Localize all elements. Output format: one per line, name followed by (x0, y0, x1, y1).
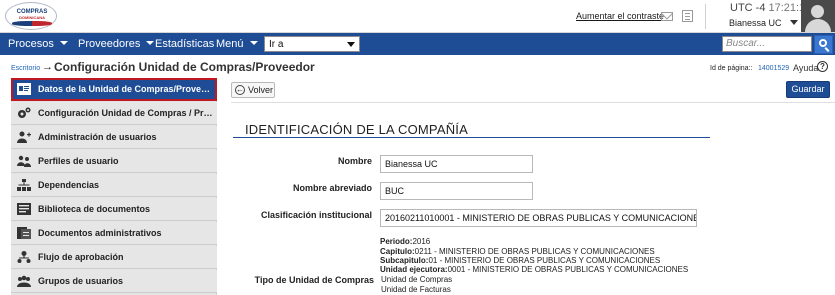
chapter-label: Capitulo: (380, 247, 415, 256)
goto-select-value: Ir a (269, 39, 284, 50)
sidebar-item-label: Documentos administrativos (38, 228, 162, 238)
sidebar-item-label: Administración de usuarios (38, 132, 157, 142)
short-name-input[interactable]: BUC (380, 182, 533, 200)
nav-proveedores-label: Proveedores (78, 38, 141, 50)
user-group-icon (17, 275, 31, 287)
sidebar-item-biblioteca[interactable]: Biblioteca de documentos (11, 198, 217, 221)
compras-dominicana-logo[interactable]: COMPRAS DOMINICANA (5, 2, 57, 30)
sidebar-item-label: Perfiles de usuario (38, 156, 119, 166)
library-icon (17, 203, 31, 215)
search-button[interactable] (814, 35, 833, 54)
sidebar: Datos de la Unidad de Compras/Proveedor … (11, 78, 217, 295)
help-icon[interactable]: ? (817, 61, 828, 72)
unit-type-label: Tipo de Unidad de Compras (254, 275, 374, 285)
classification-input[interactable]: 20160211010001 - MINISTERIO DE OBRAS PUB… (380, 209, 697, 227)
arrow-left-icon: ← (235, 85, 245, 95)
back-button-label: Volver (248, 85, 274, 95)
sidebar-item-label: Grupos de usuarios (38, 276, 124, 286)
sidebar-item-flujo-aprobacion[interactable]: Flujo de aprobación (11, 246, 217, 269)
sidebar-item-grupos-usuarios[interactable]: Grupos de usuarios (11, 270, 217, 293)
sidebar-item-perfiles[interactable]: Perfiles de usuario (11, 150, 217, 173)
top-bar: COMPRAS DOMINICANA Aumentar el contraste… (0, 0, 835, 33)
avatar[interactable] (801, 0, 835, 32)
users-icon (17, 155, 31, 167)
search-icon (819, 39, 827, 47)
logo-swoosh (12, 21, 52, 26)
clock: UTC -4 17:21:15 (730, 2, 811, 14)
sidebar-item-label: Biblioteca de documentos (38, 204, 151, 214)
chevron-down-icon (347, 42, 355, 47)
nav-menu-label: Menú (216, 38, 244, 50)
avatar-head (811, 5, 824, 18)
user-menu-chevron-down-icon[interactable] (790, 20, 798, 25)
short-name-label: Nombre abreviado (292, 183, 372, 193)
period-line: Periodo:2016 (380, 237, 430, 246)
sidebar-item-administracion-usuarios[interactable]: Administración de usuarios (11, 126, 217, 149)
increase-contrast-link[interactable]: Aumentar el contraste (576, 11, 664, 21)
back-button[interactable]: ← Volver (231, 82, 275, 98)
subchapter-line: Subcapitulo:01 - MINISTERIO DE OBRAS PUB… (380, 256, 660, 265)
goto-select[interactable]: Ir a (264, 36, 360, 52)
classification-label: Clasificación institucional (260, 210, 372, 220)
page-title: Configuración Unidad de Compras/Proveedo… (54, 60, 315, 74)
chapter-line: Capitulo:0211 - MINISTERIO DE OBRAS PUBL… (380, 247, 655, 256)
header-divider (705, 4, 706, 29)
logo-text-line2: DOMINICANA (19, 15, 45, 20)
period-label: Periodo: (380, 237, 413, 246)
sidebar-item-datos-unidad[interactable]: Datos de la Unidad de Compras/Proveedor (11, 78, 217, 101)
period-value: 2016 (412, 237, 431, 246)
nav-procesos-label: Procesos (8, 38, 54, 50)
search-input[interactable]: Buscar... (722, 36, 812, 52)
section-title: IDENTIFICACIÓN DE LA COMPAÑÍA (245, 122, 468, 137)
nav-estadisticas[interactable]: Estadísticas (155, 38, 214, 50)
mail-icon[interactable] (661, 12, 673, 21)
sidebar-item-documentos-administrativos[interactable]: Documentos administrativos (11, 222, 217, 245)
sidebar-item-label: Dependencias (38, 180, 100, 190)
document-icon[interactable] (682, 10, 693, 22)
sidebar-item-dependencias[interactable]: Dependencias (11, 174, 217, 197)
subchapter-value: 01 - MINISTERIO DE OBRAS PUBLICAS Y COMU… (428, 256, 661, 265)
executing-unit-value: 0001 - MINISTERIO DE OBRAS PUBLICAS Y CO… (447, 265, 689, 274)
documents-icon (17, 227, 31, 239)
workflow-icon (17, 251, 31, 263)
org-chart-icon (17, 179, 31, 191)
sidebar-item-label: Configuración Unidad de Compras / Provee… (38, 108, 214, 118)
search-icon-handle (824, 47, 830, 52)
chevron-down-icon (146, 41, 155, 45)
breadcrumb-escritorio[interactable]: Escritorio (11, 65, 40, 72)
name-input[interactable]: Bianessa UC (380, 155, 533, 173)
gears-icon (18, 107, 31, 118)
chevron-down-icon (59, 41, 68, 45)
user-name[interactable]: Bianessa UC (729, 18, 782, 28)
unit-type-option: Unidad de Facturas (381, 285, 451, 294)
avatar-body (805, 19, 831, 32)
nav-proveedores[interactable]: Proveedores (78, 38, 155, 50)
chevron-down-icon (249, 41, 258, 45)
page-id-label: Id de página:: (710, 65, 753, 72)
sidebar-item-label: Datos de la Unidad de Compras/Proveedor (38, 84, 214, 94)
sidebar-item-configuracion[interactable]: Configuración Unidad de Compras / Provee… (11, 102, 217, 125)
sidebar-item-label: Flujo de aprobación (38, 252, 124, 262)
nav-procesos[interactable]: Procesos (8, 38, 68, 50)
page-id-link[interactable]: 14001529 (758, 65, 789, 72)
id-card-icon (17, 83, 31, 95)
breadcrumb-arrow-icon: → (42, 61, 53, 73)
save-button[interactable]: Guardar (786, 81, 830, 98)
help-link[interactable]: Ayuda (793, 63, 818, 73)
executing-unit-label: Unidad ejecutora: (380, 265, 448, 274)
main-navigation: Procesos Proveedores Estadísticas Menú (0, 33, 835, 55)
nav-menu[interactable]: Menú (216, 38, 258, 50)
name-label: Nombre (337, 156, 372, 166)
section-divider (233, 137, 710, 138)
timezone: UTC -4 (730, 2, 766, 14)
unit-type-option: Unidad de Compras (381, 275, 453, 284)
user-add-icon (17, 131, 31, 143)
subchapter-label: Subcapitulo: (380, 256, 429, 265)
executing-unit-line: Unidad ejecutora:0001 - MINISTERIO DE OB… (380, 265, 688, 274)
chapter-value: 0211 - MINISTERIO DE OBRAS PUBLICAS Y CO… (414, 247, 655, 256)
